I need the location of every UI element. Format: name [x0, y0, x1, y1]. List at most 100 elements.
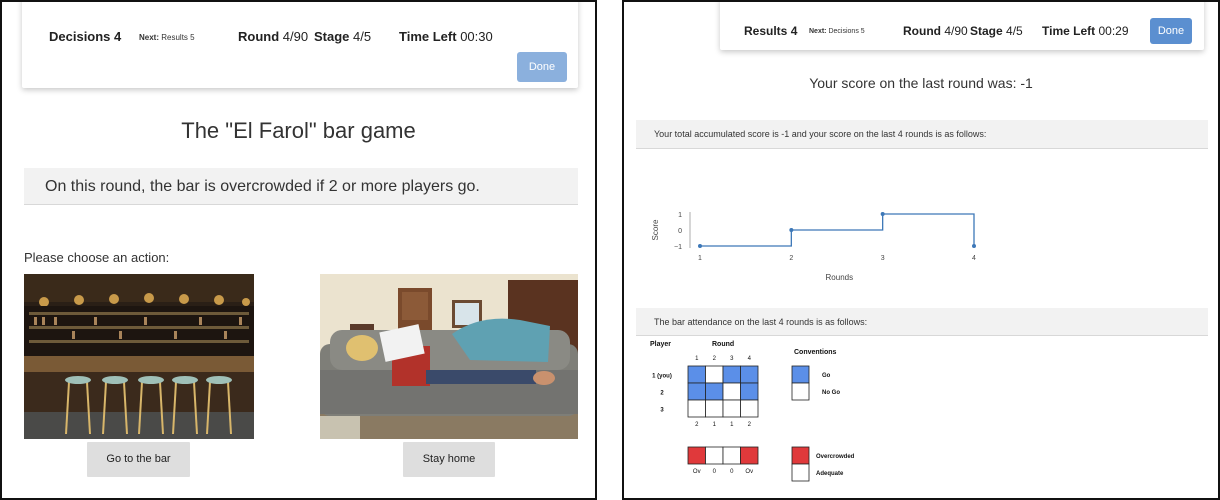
bar-photo[interactable] [24, 274, 254, 439]
attendance-cell [740, 365, 759, 384]
round-header: Round [712, 341, 734, 348]
attendance-cell [705, 365, 724, 384]
stage-value: 4/5 [353, 29, 372, 44]
legend-go-swatch [791, 365, 810, 384]
attendance-cell [687, 382, 706, 401]
decisions-value: 4 [114, 29, 122, 44]
score-series-line [700, 213, 975, 247]
go-to-bar-button[interactable]: Go to the bar [87, 442, 190, 477]
stage-indicator: Stage 4/5 [970, 24, 1023, 38]
round-number-label: 3 [730, 356, 734, 362]
attendance-cell [687, 365, 706, 384]
legend-no-go-label: No Go [822, 390, 840, 396]
time-left-value: 00:30 [460, 29, 493, 44]
results-panel: Results 4 Next: Decisions 5 Round 4/90 S… [622, 0, 1220, 500]
decisions-indicator: Decisions 4 [49, 29, 121, 44]
status-label: Ov [693, 469, 701, 475]
round-value: 4/90 [944, 24, 968, 38]
status-label: 0 [713, 469, 717, 475]
y-tick-label: 1 [678, 212, 682, 219]
status-cell [740, 446, 759, 465]
attendance-cell [705, 399, 724, 418]
time-left-indicator: Time Left 00:30 [399, 29, 493, 44]
results-label: Results [744, 24, 788, 38]
status-label: Ov [745, 469, 753, 475]
stay-home-button[interactable]: Stay home [403, 442, 495, 477]
attendance-grid-chart: Player Round 1 2 3 4 1 (you) 2 3 2 1 1 2 Ov 0 0 Ov Conven… [650, 341, 855, 482]
round-number-label: 4 [748, 356, 752, 362]
y-tick-label: −1 [674, 244, 682, 251]
attendance-cell [740, 399, 759, 418]
page-title: The "El Farol" bar game [181, 118, 416, 143]
next-page-indicator: Next: Decisions 5 [809, 28, 865, 35]
legend-no-go-swatch [791, 382, 810, 401]
y-tick-label: 0 [678, 228, 682, 235]
status-cell [705, 446, 724, 465]
status-label: 0 [730, 469, 734, 475]
attendance-cell [722, 399, 741, 418]
player-header: Player [650, 341, 671, 348]
decision-panel: Decisions 4 Next: Results 5 Round 4/90 S… [0, 0, 597, 500]
score-line-chart: 1 2 3 4 1 0 −1 Rounds Score [651, 212, 976, 282]
next-value: Results 5 [161, 33, 195, 42]
attendance-cell [740, 382, 759, 401]
attendance-cell [705, 382, 724, 401]
attendance-cell [687, 399, 706, 418]
round-total-label: 1 [713, 422, 717, 428]
done-button[interactable]: Done [1150, 18, 1192, 44]
legend-overcrowded-swatch [791, 446, 810, 465]
time-left-label: Time Left [1042, 24, 1096, 38]
status-cell [722, 446, 741, 465]
next-value: Decisions 5 [828, 28, 865, 35]
score-point [880, 212, 885, 216]
stage-value: 4/5 [1006, 24, 1023, 38]
score-summary-bar: Your total accumulated score is -1 and y… [636, 120, 1208, 149]
round-total-label: 2 [748, 422, 752, 428]
overcrowd-threshold-notice: On this round, the bar is overcrowded if… [24, 168, 578, 205]
results-value: 4 [790, 24, 798, 38]
decisions-label: Decisions [49, 29, 111, 44]
round-total-label: 2 [695, 422, 699, 428]
last-round-score: Your score on the last round was: -1 [809, 75, 1033, 91]
round-label: Round [903, 24, 941, 38]
top-status-bar: Decisions 4 Next: Results 5 Round 4/90 S… [22, 2, 578, 88]
x-axis-label: Rounds [826, 273, 854, 282]
next-label: Next: [809, 28, 827, 35]
player-label: 3 [660, 408, 664, 414]
legend-overcrowded-label: Overcrowded [816, 454, 855, 460]
bar-interior-image [24, 274, 254, 439]
attendance-summary-bar: The bar attendance on the last 4 rounds … [636, 308, 1208, 336]
x-tick-label: 2 [789, 255, 793, 262]
time-left-value: 00:29 [1098, 24, 1129, 38]
round-value: 4/90 [282, 29, 309, 44]
score-point [698, 244, 702, 248]
attendance-cell [722, 382, 741, 401]
x-tick-label: 4 [972, 255, 976, 262]
score-point [789, 228, 794, 232]
legend-go-label: Go [822, 373, 831, 379]
top-status-bar: Results 4 Next: Decisions 5 Round 4/90 S… [720, 2, 1204, 50]
home-couch-image [320, 274, 578, 439]
done-button[interactable]: Done [517, 52, 567, 82]
x-tick-label: 3 [881, 255, 885, 262]
round-total-label: 1 [730, 422, 734, 428]
next-label: Next: [139, 33, 160, 42]
player-label: 1 (you) [652, 374, 672, 380]
x-tick-label: 1 [698, 255, 702, 262]
home-photo[interactable] [320, 274, 578, 439]
legend-adequate-swatch [791, 463, 810, 482]
round-indicator: Round 4/90 [903, 24, 968, 38]
round-indicator: Round 4/90 [238, 29, 308, 44]
attendance-cell [722, 365, 741, 384]
legend-adequate-label: Adequate [816, 471, 844, 477]
time-left-indicator: Time Left 00:29 [1042, 24, 1129, 38]
round-number-label: 2 [713, 356, 717, 362]
y-axis-label: Score [651, 219, 660, 240]
status-cell [687, 446, 706, 465]
time-left-label: Time Left [399, 29, 457, 44]
player-label: 2 [660, 391, 664, 397]
next-page-indicator: Next: Results 5 [139, 33, 195, 42]
action-prompt: Please choose an action: [24, 250, 170, 265]
results-indicator: Results 4 [744, 24, 797, 38]
stage-indicator: Stage 4/5 [314, 29, 371, 44]
